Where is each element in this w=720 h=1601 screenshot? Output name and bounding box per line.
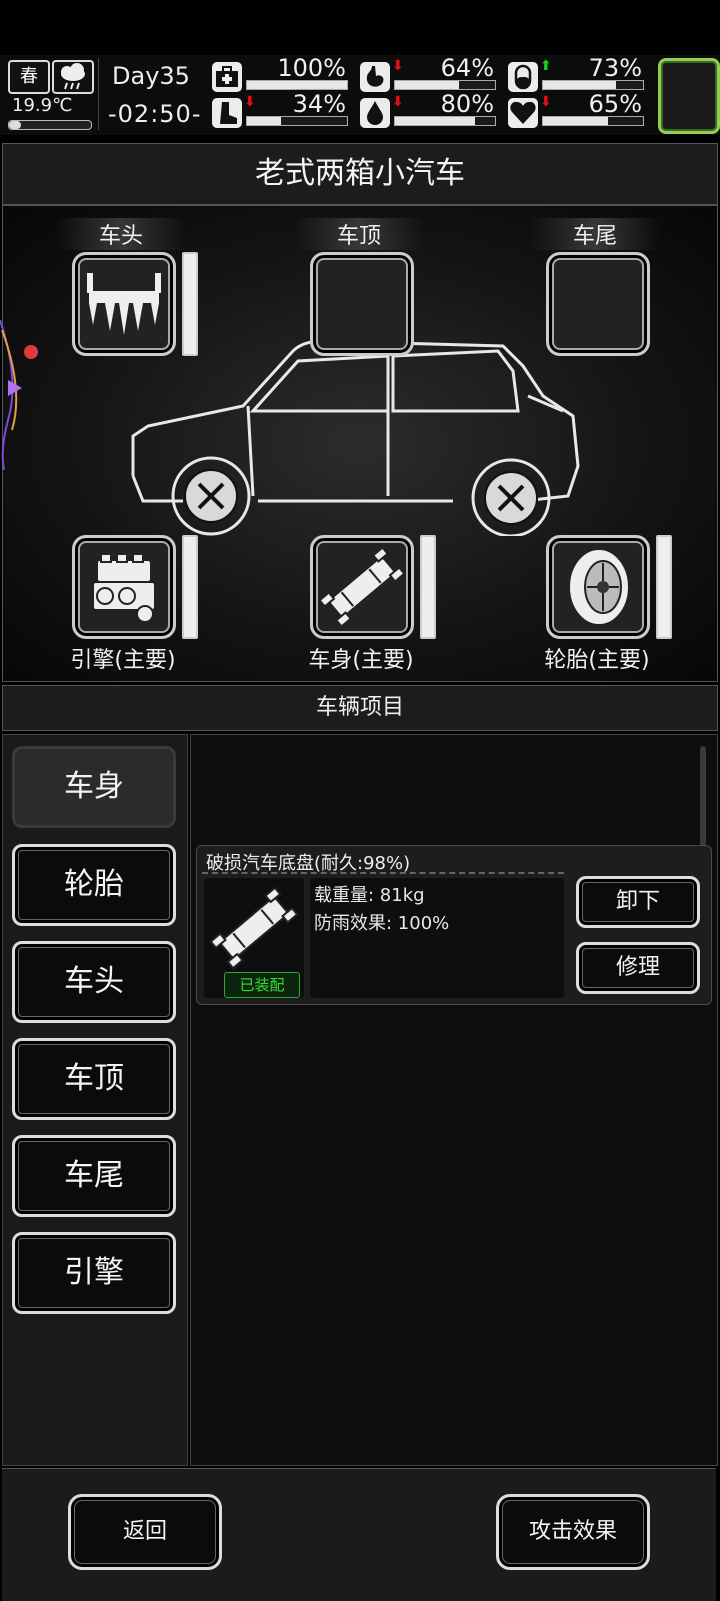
- item-load-capacity: 载重量: 81kg: [314, 885, 425, 906]
- season-badge: 春: [8, 60, 50, 94]
- engine-icon: [92, 553, 156, 623]
- unequip-button[interactable]: 卸下: [576, 876, 700, 928]
- engine-part-label: 引擎(主要): [70, 648, 176, 673]
- item-list-scrollbar[interactable]: [700, 746, 706, 846]
- hunger-value: 64%: [440, 54, 494, 82]
- body-durability-bar: [420, 535, 436, 639]
- front-slot[interactable]: [72, 252, 176, 356]
- section-title: 车辆项目: [2, 685, 718, 731]
- mood-bar-fill: [543, 81, 616, 89]
- divider: [98, 58, 99, 130]
- body-part-label: 车身(主要): [308, 648, 414, 673]
- tab-tires[interactable]: 轮胎: [12, 844, 176, 926]
- item-list: [190, 734, 718, 1466]
- tire-icon: [568, 548, 630, 626]
- thirst-value: 80%: [440, 90, 494, 118]
- thirst-bar: [394, 116, 496, 126]
- tab-front[interactable]: 车头: [12, 941, 176, 1023]
- equipped-badge: 已装配: [224, 972, 300, 998]
- day-counter: Day35: [112, 62, 190, 90]
- mood-value: 73%: [588, 54, 642, 82]
- back-button[interactable]: 返回: [68, 1494, 222, 1570]
- temperature-value: 19.9℃: [12, 95, 73, 116]
- tire-slot[interactable]: [546, 535, 650, 639]
- hunger-bar-fill: [395, 81, 459, 89]
- divider: [202, 872, 564, 874]
- front-durability-bar: [182, 252, 198, 356]
- mood-bar: [542, 80, 644, 90]
- notification-dot: [24, 345, 38, 359]
- tab-roof[interactable]: 车顶: [12, 1038, 176, 1120]
- health-bar-fill: [247, 81, 347, 89]
- tab-body[interactable]: 车身: [12, 746, 176, 828]
- tab-rear[interactable]: 车尾: [12, 1135, 176, 1217]
- tire-part-label: 轮胎(主要): [544, 648, 650, 673]
- roof-slot[interactable]: [310, 252, 414, 356]
- body-slot[interactable]: [310, 535, 414, 639]
- slot-label-front: 车头: [56, 218, 186, 250]
- tab-engine[interactable]: 引擎: [12, 1232, 176, 1314]
- hunger-bar: [394, 80, 496, 90]
- rear-slot[interactable]: [546, 252, 650, 356]
- game-clock: -02:50-: [108, 100, 202, 128]
- car-chassis-icon: [209, 886, 299, 970]
- temperature-bar: [8, 120, 92, 130]
- slot-label-rear: 车尾: [530, 218, 660, 250]
- health-value: 100%: [277, 54, 346, 82]
- engine-durability-bar: [182, 535, 198, 639]
- temperature-bar-fill: [9, 121, 22, 129]
- tire-durability-bar: [656, 535, 672, 639]
- stamina-bar: [246, 116, 348, 126]
- car-chassis-icon: [318, 546, 406, 628]
- engine-slot[interactable]: [72, 535, 176, 639]
- stamina-value: 34%: [292, 90, 346, 118]
- weather-icon: [52, 60, 94, 94]
- quick-slot-button[interactable]: [658, 58, 720, 134]
- attack-effect-button[interactable]: 攻击效果: [496, 1494, 650, 1570]
- repair-button[interactable]: 修理: [576, 942, 700, 994]
- item-description: 载重量: 81kg 防雨效果: 100%: [310, 878, 564, 998]
- spirit-bar: [542, 116, 644, 126]
- spiked-bumper-icon: [87, 273, 161, 335]
- item-rain-protection: 防雨效果: 100%: [314, 913, 450, 934]
- slot-label-roof: 车顶: [294, 218, 424, 250]
- stamina-bar-fill: [247, 117, 281, 125]
- spirit-bar-fill: [543, 117, 608, 125]
- spirit-value: 65%: [588, 90, 642, 118]
- side-drawer-handle-icon[interactable]: [0, 320, 24, 470]
- vehicle-title: 老式两箱小汽车: [2, 143, 718, 205]
- car-outline-icon: [131, 339, 580, 536]
- health-bar: [246, 80, 348, 90]
- thirst-bar-fill: [395, 117, 475, 125]
